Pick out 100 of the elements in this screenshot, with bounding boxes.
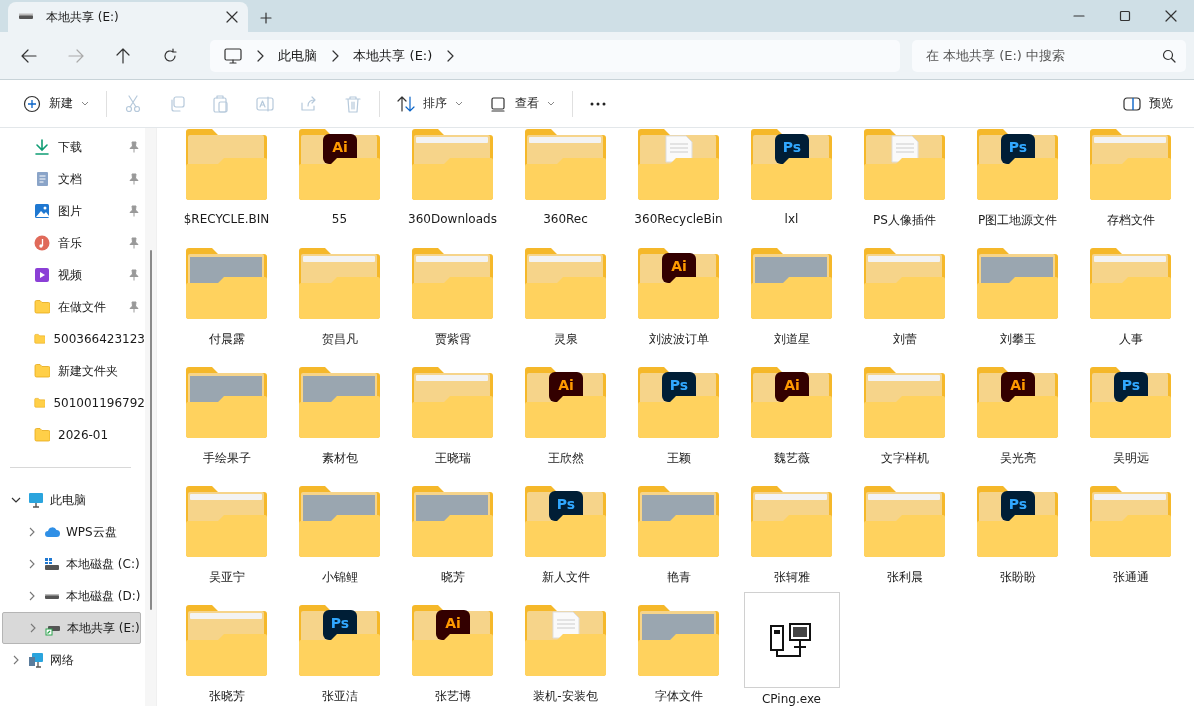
breadcrumb[interactable]: 本地共享 (E:): [353, 46, 433, 65]
monitor-icon: [224, 47, 243, 64]
sidebar-item[interactable]: 文档: [0, 163, 145, 195]
chevron-right-icon[interactable]: [27, 527, 37, 537]
folder-icon: [410, 247, 495, 320]
sidebar-item[interactable]: 在做文件: [0, 291, 145, 323]
preview-button[interactable]: 预览: [1110, 86, 1186, 121]
chevron-right-icon[interactable]: [27, 591, 37, 601]
file-name[interactable]: 王晓瑞: [434, 450, 471, 467]
close-icon[interactable]: [226, 11, 238, 23]
file-name[interactable]: 新人文件: [541, 569, 590, 586]
file-name[interactable]: 张亚洁: [321, 688, 358, 705]
file-name[interactable]: 付晨露: [208, 331, 245, 348]
file-name[interactable]: 360Downloads: [408, 212, 497, 226]
file-name[interactable]: 手绘果子: [202, 450, 251, 467]
music-icon: [34, 235, 50, 251]
file-name[interactable]: 张轲雅: [773, 569, 810, 586]
chevron-right-icon[interactable]: [28, 623, 38, 633]
file-name[interactable]: 王颖: [666, 450, 691, 467]
file-name[interactable]: 吴光亮: [999, 450, 1036, 467]
chevron-right-icon: [331, 49, 340, 62]
caret-down-icon: [547, 100, 555, 107]
file-name[interactable]: 张艺博: [434, 688, 471, 705]
sidebar-item[interactable]: 501001196792: [0, 387, 145, 419]
sidebar-item[interactable]: 500366423123: [0, 323, 145, 355]
file-name[interactable]: PS人像插件: [873, 212, 936, 229]
scrollbar-thumb[interactable]: [149, 250, 152, 610]
file-name[interactable]: 张盼盼: [999, 569, 1036, 586]
document-icon: [34, 171, 50, 187]
file-name[interactable]: 吴明远: [1112, 450, 1149, 467]
file-name[interactable]: 刘道星: [773, 331, 810, 348]
view-button[interactable]: 查看: [476, 86, 568, 121]
file-name[interactable]: 贾紫霄: [434, 331, 471, 348]
sidebar-item[interactable]: 视频: [0, 259, 145, 291]
file-name[interactable]: $RECYCLE.BIN: [183, 212, 270, 226]
tree-item[interactable]: 网络: [2, 644, 141, 676]
download-icon: [34, 139, 50, 155]
sort-button[interactable]: 排序: [384, 86, 476, 121]
folder-icon: [523, 128, 608, 201]
file-name[interactable]: 王欣然: [547, 450, 584, 467]
search-field[interactable]: 在 本地共享 (E:) 中搜索: [911, 39, 1186, 72]
tree-item[interactable]: 本地磁盘 (D:): [2, 580, 141, 612]
up-arrow-icon[interactable]: [114, 47, 131, 64]
tree-item[interactable]: 本地共享 (E:): [2, 612, 141, 644]
address-bar[interactable]: 此电脑 本地共享 (E:): [210, 39, 900, 72]
file-name[interactable]: 魏艺薇: [773, 450, 810, 467]
file-name[interactable]: 存档文件: [1106, 212, 1155, 229]
file-tile[interactable]: [743, 592, 840, 688]
close-icon[interactable]: [1165, 10, 1177, 22]
picture-icon: [34, 203, 50, 219]
file-name[interactable]: 文字样机: [880, 450, 929, 467]
file-name[interactable]: lxl: [784, 212, 799, 226]
folder-icon: [1088, 247, 1173, 320]
folder-icon: [862, 247, 947, 320]
file-name[interactable]: 360RecycleBin: [634, 212, 723, 226]
tree-item[interactable]: WPS云盘: [2, 516, 141, 548]
file-name[interactable]: 贺昌凡: [321, 331, 358, 348]
file-name[interactable]: CPing.exe: [762, 692, 821, 706]
file-name[interactable]: 刘蕾: [892, 331, 917, 348]
file-name[interactable]: 字体文件: [654, 688, 703, 705]
chevron-down-icon[interactable]: [11, 495, 21, 505]
sidebar-item[interactable]: 2026-01: [0, 419, 145, 451]
folder-icon: [862, 485, 947, 558]
file-name[interactable]: 小锦鲤: [321, 569, 358, 586]
tree-item[interactable]: 本地磁盘 (C:): [2, 548, 141, 580]
file-name[interactable]: 55: [331, 212, 348, 226]
file-name[interactable]: 装机-安装包: [533, 688, 598, 705]
breadcrumb[interactable]: 此电脑: [278, 46, 318, 65]
tree-item[interactable]: 此电脑: [2, 484, 141, 516]
sidebar-item[interactable]: 新建文件夹: [0, 355, 145, 387]
folder-icon: [410, 128, 495, 201]
chevron-right-icon[interactable]: [11, 655, 21, 665]
file-name[interactable]: 灵泉: [553, 331, 578, 348]
sidebar-item[interactable]: 图片: [0, 195, 145, 227]
folder-with-app-logo-icon: Ps: [975, 485, 1060, 558]
file-name[interactable]: 吴亚宁: [208, 569, 245, 586]
folder-icon: [34, 395, 46, 411]
back-arrow-icon[interactable]: [20, 47, 37, 64]
file-name[interactable]: 刘波波订单: [648, 331, 709, 348]
file-name[interactable]: 张通通: [1112, 569, 1149, 586]
refresh-icon[interactable]: [161, 47, 178, 64]
tab[interactable]: 本地共享 (E:): [8, 2, 248, 32]
folder-icon: [184, 485, 269, 558]
chevron-right-icon[interactable]: [27, 559, 37, 569]
file-name[interactable]: 艳青: [666, 569, 691, 586]
file-name[interactable]: 晓芳: [440, 569, 465, 586]
sidebar-item[interactable]: 音乐: [0, 227, 145, 259]
file-name[interactable]: 张晓芳: [208, 688, 245, 705]
sidebar-item[interactable]: 下载: [0, 131, 145, 163]
maximize-icon[interactable]: [1119, 10, 1131, 22]
new-tab-icon[interactable]: [260, 12, 272, 24]
new-button[interactable]: 新建: [10, 86, 102, 121]
file-name[interactable]: 素材包: [321, 450, 358, 467]
folder-with-app-logo-icon: Ai: [749, 366, 834, 439]
file-name[interactable]: P图工地源文件: [977, 212, 1058, 229]
file-name[interactable]: 人事: [1118, 331, 1143, 348]
file-name[interactable]: 360Rec: [543, 212, 588, 226]
file-name[interactable]: 刘攀玉: [999, 331, 1036, 348]
file-name[interactable]: 张利晨: [886, 569, 923, 586]
folder-with-photo-icon: [749, 247, 834, 320]
